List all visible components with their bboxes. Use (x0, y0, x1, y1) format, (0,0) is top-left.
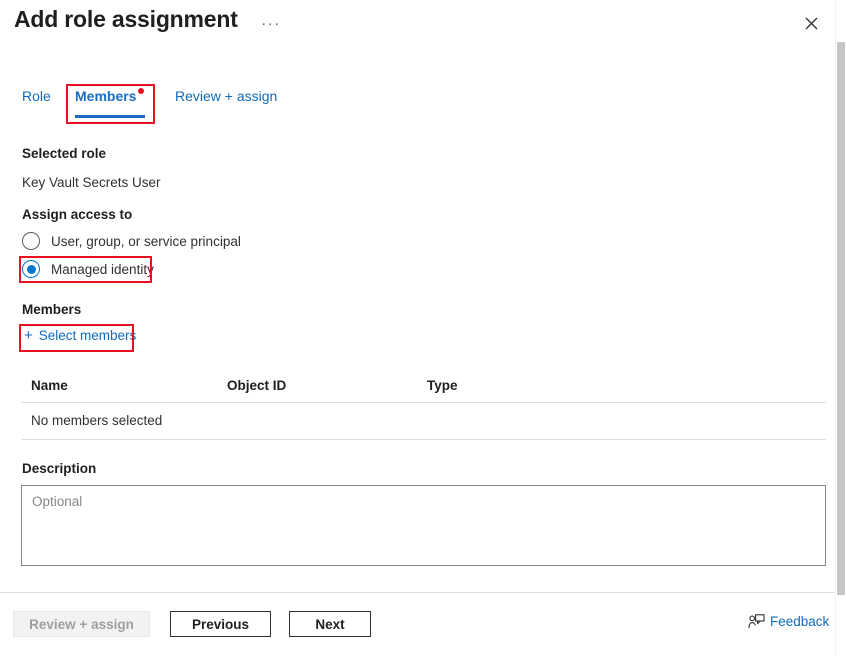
plus-icon: + (24, 327, 33, 344)
radio-label: User, group, or service principal (51, 233, 241, 249)
description-input[interactable] (21, 485, 826, 566)
column-header-name: Name (31, 378, 68, 393)
members-label: Members (22, 302, 82, 317)
select-members-button[interactable]: + Select members (24, 328, 136, 343)
column-header-object-id: Object ID (227, 378, 287, 393)
review-assign-button[interactable]: Review + assign (13, 611, 150, 637)
radio-user-group-service-principal[interactable]: User, group, or service principal (22, 232, 241, 250)
radio-label: Managed identity (51, 261, 154, 277)
selected-role-value: Key Vault Secrets User (22, 175, 161, 190)
previous-button[interactable]: Previous (170, 611, 271, 637)
column-header-type: Type (427, 378, 458, 393)
add-role-assignment-blade: Add role assignment ··· Role Members Rev… (0, 0, 846, 656)
selected-role-label: Selected role (22, 146, 107, 161)
scrollbar-thumb[interactable] (837, 42, 845, 595)
table-row: No members selected (21, 403, 826, 440)
radio-checked-icon (22, 260, 40, 278)
feedback-person-icon (748, 614, 765, 629)
table-header-row: Name Object ID Type (21, 378, 826, 403)
blade-content: Selected role Key Vault Secrets User Ass… (0, 0, 846, 592)
assign-access-to-label: Assign access to (22, 207, 133, 222)
blade-footer: Review + assign Previous Next (0, 593, 846, 656)
feedback-link[interactable]: Feedback (748, 614, 829, 629)
radio-unchecked-icon (22, 232, 40, 250)
description-label: Description (22, 461, 97, 476)
members-table: Name Object ID Type No members selected (21, 378, 826, 440)
radio-managed-identity[interactable]: Managed identity (22, 260, 154, 278)
select-members-label: Select members (38, 328, 137, 343)
feedback-label: Feedback (770, 614, 830, 629)
empty-state-text: No members selected (31, 413, 163, 428)
next-button[interactable]: Next (289, 611, 371, 637)
